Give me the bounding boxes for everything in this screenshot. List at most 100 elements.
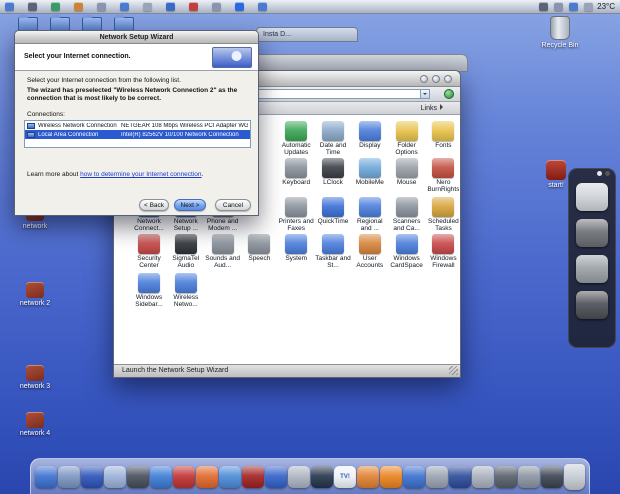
dock-tv-app[interactable]: TV! bbox=[334, 465, 356, 488]
dock-app-light-blue[interactable] bbox=[104, 465, 126, 488]
cp-icon-fonts bbox=[432, 121, 455, 141]
connections-list[interactable]: Wireless Network Connection 2 NETGEAR 108… bbox=[24, 120, 251, 148]
dock-messenger[interactable] bbox=[219, 465, 241, 488]
cp-item-display[interactable]: Display bbox=[352, 121, 388, 149]
cp-item-regional-and[interactable]: Regional and ... bbox=[352, 197, 388, 233]
dock-itunes[interactable] bbox=[403, 465, 425, 488]
panel-dot-dark[interactable] bbox=[605, 171, 610, 176]
cp-icon-wireless-netwo bbox=[174, 273, 197, 293]
learn-more-link[interactable]: how to determine your Internet connectio… bbox=[80, 171, 201, 178]
cp-item-mobileme[interactable]: MobileMe bbox=[352, 158, 388, 186]
menubar-tray-icon-14[interactable] bbox=[554, 2, 564, 11]
dock-trash[interactable] bbox=[564, 463, 585, 490]
cp-item-label: Phone and Modem ... bbox=[206, 218, 239, 233]
cp-item-date-and-time[interactable]: Date and Time bbox=[315, 121, 351, 157]
dock-app-red[interactable] bbox=[173, 465, 195, 488]
cp-item-windows-firewall[interactable]: Windows Firewall bbox=[425, 234, 459, 270]
zoom-button[interactable] bbox=[444, 75, 452, 83]
dock-app-navy[interactable] bbox=[449, 465, 471, 488]
dock-app-dark-red[interactable] bbox=[242, 465, 264, 488]
cp-item-lclock[interactable]: LClock bbox=[315, 158, 351, 186]
cp-item-folder-options[interactable]: Folder Options bbox=[389, 121, 425, 157]
menubar-tray-icon-12[interactable] bbox=[258, 2, 267, 11]
menubar-tray-icon-9[interactable] bbox=[189, 2, 198, 11]
cp-item-nero-burnrights[interactable]: Nero BurnRights bbox=[425, 158, 459, 194]
menubar-tray-icon-13[interactable] bbox=[539, 2, 549, 11]
minimize-button[interactable] bbox=[432, 75, 440, 83]
menubar-tray-icon-8[interactable] bbox=[166, 2, 175, 11]
cp-item-automatic-updates[interactable]: Automatic Updates bbox=[278, 121, 314, 157]
connection-row-wireless-network-connection-2[interactable]: Wireless Network Connection 2 NETGEAR 108… bbox=[25, 121, 250, 130]
resize-grip[interactable] bbox=[449, 366, 458, 375]
dock-utilities[interactable] bbox=[518, 465, 540, 488]
cp-item-scanners-and-ca[interactable]: Scanners and Ca... bbox=[389, 197, 425, 233]
back-button[interactable]: < Back bbox=[139, 199, 169, 211]
dock-photoshop[interactable] bbox=[311, 465, 333, 488]
wizard-titlebar[interactable]: Network Setup Wizard bbox=[15, 31, 258, 44]
cp-item-wireless-netwo[interactable]: Wireless Netwo... bbox=[168, 273, 204, 309]
menubar-tray-icon-4[interactable] bbox=[74, 2, 83, 11]
cp-item-scheduled-tasks[interactable]: Scheduled Tasks bbox=[425, 197, 459, 233]
dock-finder[interactable] bbox=[35, 465, 57, 488]
dock-app-gray[interactable] bbox=[426, 465, 448, 488]
dock-app-orange[interactable] bbox=[357, 465, 379, 488]
panel-chat-icon[interactable] bbox=[576, 183, 608, 211]
cp-item-sounds-and-aud[interactable]: Sounds and Aud... bbox=[205, 234, 241, 270]
desktop-folder-3[interactable] bbox=[82, 15, 102, 31]
address-dropdown-arrow-icon[interactable] bbox=[420, 90, 429, 98]
cp-item-quicktime[interactable]: QuickTime bbox=[315, 197, 351, 225]
cp-item-sigmatel-audio[interactable]: SigmaTel Audio bbox=[168, 234, 204, 270]
dock-app-dark[interactable] bbox=[127, 465, 149, 488]
desktop-folder-2[interactable] bbox=[50, 15, 70, 31]
cp-item-system[interactable]: System bbox=[278, 234, 314, 262]
menubar-tray-icon-5[interactable] bbox=[97, 2, 106, 11]
cp-item-windows-cardspace[interactable]: Windows CardSpace bbox=[389, 234, 425, 270]
menubar-tray-icon-16[interactable] bbox=[584, 2, 594, 11]
cp-item-keyboard[interactable]: Keyboard bbox=[278, 158, 314, 186]
dock-app-silver[interactable] bbox=[288, 465, 310, 488]
cp-item-windows-sidebar[interactable]: Windows Sidebar... bbox=[131, 273, 167, 309]
next-button[interactable]: Next > bbox=[174, 199, 206, 211]
menubar-tray-icon-10[interactable] bbox=[212, 2, 221, 11]
cp-item-speech[interactable]: Speech bbox=[241, 234, 277, 262]
panel-drive-icon[interactable] bbox=[576, 255, 608, 283]
menubar-tray-icon-2[interactable] bbox=[28, 2, 37, 11]
cp-item-user-accounts[interactable]: User Accounts bbox=[352, 234, 388, 270]
cp-item-printers-and-faxes[interactable]: Printers and Faxes bbox=[278, 197, 314, 233]
menubar-tray-icon-6[interactable] bbox=[120, 2, 129, 11]
panel-camera-icon[interactable] bbox=[576, 291, 608, 319]
panel-dot-light[interactable] bbox=[597, 171, 602, 176]
dock-vlc[interactable] bbox=[380, 465, 402, 488]
cp-item-fonts[interactable]: Fonts bbox=[425, 121, 459, 149]
dock-app-slate[interactable] bbox=[495, 465, 517, 488]
dock-app-silver-2[interactable] bbox=[472, 465, 494, 488]
go-button[interactable] bbox=[444, 89, 454, 99]
cp-item-security-center[interactable]: Security Center bbox=[131, 234, 167, 270]
dock-browser-globe[interactable] bbox=[58, 465, 80, 488]
menubar-tray-icon-1[interactable] bbox=[5, 2, 14, 11]
dock-media-player[interactable] bbox=[265, 465, 287, 488]
cp-item-taskbar-and-st[interactable]: Taskbar and St... bbox=[315, 234, 351, 270]
desktop-icon-network-4[interactable]: network 4 bbox=[4, 412, 66, 438]
menubar-tray-icon-11[interactable] bbox=[235, 2, 244, 11]
cancel-button[interactable]: Cancel bbox=[215, 199, 251, 211]
dock-app-blue[interactable] bbox=[81, 465, 103, 488]
links-menu[interactable]: Links bbox=[421, 104, 446, 112]
panel-settings-icon[interactable] bbox=[576, 219, 608, 247]
desktop-folder-4[interactable] bbox=[114, 15, 134, 31]
menubar-tray-icon-3[interactable] bbox=[51, 2, 60, 11]
menubar-tray-icon-7[interactable] bbox=[143, 2, 152, 11]
menubar-tray-icon-15[interactable] bbox=[569, 2, 579, 11]
dock-app-dark-2[interactable] bbox=[541, 465, 563, 488]
background-window-insta[interactable]: Insta D... bbox=[256, 27, 358, 42]
desktop-icon-network-2[interactable]: network 2 bbox=[4, 282, 66, 308]
recycle-bin[interactable]: Recycle Bin bbox=[528, 16, 592, 50]
connection-row-local-area-connection[interactable]: Local Area Connection Intel(R) 82562V 10/… bbox=[25, 130, 250, 139]
desktop-icon-network-3[interactable]: network 3 bbox=[4, 365, 66, 391]
cp-item-mouse[interactable]: Mouse bbox=[389, 158, 425, 186]
connection-device: Intel(R) 82562V 10/100 Network Connectio… bbox=[121, 131, 239, 138]
close-button[interactable] bbox=[420, 75, 428, 83]
dock-safari[interactable] bbox=[150, 465, 172, 488]
desktop-folder-1[interactable] bbox=[18, 15, 38, 31]
dock-firefox[interactable] bbox=[196, 465, 218, 488]
